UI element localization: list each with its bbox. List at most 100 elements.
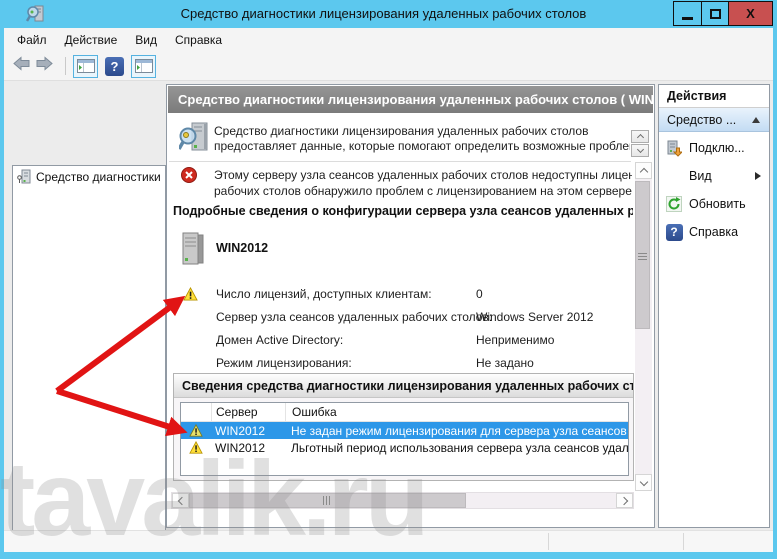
show-action-pane-button[interactable]	[131, 55, 156, 78]
server-column-header[interactable]: Сервер	[211, 403, 285, 421]
window-title: Средство диагностики лицензирования удал…	[120, 6, 647, 21]
groupbox-title: Сведения средства диагностики лицензиров…	[174, 374, 633, 398]
detail-label: Режим лицензирования:	[216, 356, 352, 370]
error-icon	[181, 167, 197, 188]
thumb-grip	[323, 496, 332, 505]
detail-row-ad-domain: Домен Active Directory: Неприменимо	[167, 333, 637, 349]
diagnoser-node-icon	[17, 169, 32, 185]
chevron-up-icon	[639, 167, 647, 175]
table-row[interactable]: WIN2012 Не задан режим лицензирования дл…	[181, 422, 628, 439]
back-button[interactable]	[12, 56, 31, 76]
maximize-icon	[710, 9, 721, 19]
refresh-icon	[665, 196, 683, 212]
detail-value: 0	[476, 287, 483, 301]
detail-value: Windows Server 2012	[476, 310, 593, 324]
scroll-down-button[interactable]	[635, 474, 652, 491]
app-icon	[26, 4, 46, 24]
detail-label: Сервер узла сеансов удаленных рабочих ст…	[216, 310, 492, 324]
actions-header: Действия	[659, 85, 769, 108]
menu-file[interactable]: Файл	[8, 30, 56, 50]
content-horizontal-scrollbar	[171, 492, 634, 509]
error-line2: рабочих столов обнаружило проблем с лице…	[214, 183, 632, 199]
spinner-up-button[interactable]	[631, 130, 649, 143]
detail-row-licensing-mode: Режим лицензирования: Не задано	[167, 356, 637, 372]
minimize-icon	[682, 17, 693, 20]
detail-value: Неприменимо	[476, 333, 554, 347]
chevron-down-icon	[639, 477, 647, 485]
maximize-button[interactable]	[701, 1, 729, 26]
action-help[interactable]: ? Справка	[659, 220, 769, 244]
errors-table: Сервер Ошибка WIN2012 Не задан режим лиц…	[180, 402, 629, 476]
results-header: Средство диагностики лицензирования удал…	[168, 86, 653, 113]
scroll-thumb[interactable]	[189, 493, 466, 508]
warning-icon	[181, 424, 211, 437]
action-view[interactable]: Вид	[659, 164, 769, 188]
menu-view[interactable]: Вид	[126, 30, 166, 50]
actions-group-header[interactable]: Средство ...	[659, 108, 769, 132]
scroll-track[interactable]	[635, 179, 652, 474]
scroll-left-button[interactable]	[172, 493, 189, 508]
workspace: Средство диагностики Средство диагностик…	[4, 81, 773, 530]
menu-bar: Файл Действие Вид Справка	[4, 28, 773, 52]
show-console-tree-button[interactable]	[73, 55, 98, 78]
window-frame-bottom	[0, 552, 777, 559]
thumb-grip	[638, 251, 647, 260]
app-window: Средство диагностики лицензирования удал…	[0, 0, 777, 559]
console-tree-panel: Средство диагностики	[12, 165, 166, 559]
status-bar	[4, 530, 773, 552]
detail-value: Не задано	[476, 356, 534, 370]
scroll-track[interactable]	[189, 493, 616, 508]
server-name: WIN2012	[216, 241, 268, 255]
warning-icon	[183, 287, 198, 304]
spinner-down-button[interactable]	[631, 144, 649, 157]
minimize-button[interactable]	[673, 1, 702, 26]
tree-root-item[interactable]: Средство диагностики	[13, 166, 165, 187]
toolbar-separator	[65, 57, 66, 75]
row-error-cell: Льготный период использования сервера уз…	[285, 441, 628, 455]
detail-label: Число лицензий, доступных клиентам:	[216, 287, 432, 301]
action-connect[interactable]: Подклю...	[659, 136, 769, 160]
results-pane: Средство диагностики лицензирования удал…	[166, 84, 655, 528]
scroll-right-button[interactable]	[616, 493, 633, 508]
title-bar: Средство диагностики лицензирования удал…	[0, 0, 777, 28]
action-pane-icon	[135, 59, 153, 73]
detail-row-host-server: Сервер узла сеансов удаленных рабочих ст…	[167, 310, 637, 326]
divider	[169, 161, 631, 162]
action-refresh-label: Обновить	[689, 197, 746, 211]
warning-icon	[181, 441, 211, 454]
chevron-right-icon	[619, 496, 627, 504]
table-row[interactable]: WIN2012 Льготный период использования се…	[181, 439, 628, 456]
menu-help[interactable]: Справка	[166, 30, 231, 50]
table-header-row: Сервер Ошибка	[181, 403, 628, 422]
diagnoser-icon	[179, 121, 211, 160]
tree-root-label: Средство диагностики	[36, 170, 161, 184]
action-help-label: Справка	[689, 225, 738, 239]
action-connect-label: Подклю...	[689, 141, 745, 155]
window-controls: X	[674, 1, 773, 26]
chevron-left-icon	[177, 496, 185, 504]
menu-action[interactable]: Действие	[56, 30, 127, 50]
help-icon: ?	[665, 224, 683, 241]
forward-button[interactable]	[35, 56, 54, 76]
collapse-icon[interactable]	[752, 117, 760, 123]
detail-row-licenses: Число лицензий, доступных клиентам: 0	[167, 287, 637, 303]
row-error-cell: Не задан режим лицензирования для сервер…	[285, 424, 628, 438]
submenu-arrow-icon	[755, 172, 761, 180]
content-vertical-scrollbar	[635, 162, 652, 491]
actions-group-label: Средство ...	[667, 113, 736, 127]
status-divider	[683, 533, 684, 550]
close-button[interactable]: X	[728, 1, 773, 26]
chevron-down-icon	[636, 146, 643, 153]
description-line1: Средство диагностики лицензирования удал…	[214, 124, 630, 139]
error-column-header[interactable]: Ошибка	[285, 403, 628, 421]
action-refresh[interactable]: Обновить	[659, 192, 769, 216]
error-line1: Этому серверу узла сеансов удаленных раб…	[214, 167, 632, 183]
scroll-thumb[interactable]	[635, 181, 650, 329]
diagnoser-info-groupbox: Сведения средства диагностики лицензиров…	[173, 373, 634, 481]
status-divider	[548, 533, 549, 550]
toolbar-help-button[interactable]: ?	[105, 57, 124, 76]
config-section-heading: Подробные сведения о конфигурации сервер…	[173, 204, 633, 218]
description-line2: предоставляет данные, которые помогают о…	[214, 139, 630, 154]
scroll-up-button[interactable]	[635, 162, 652, 179]
row-server-cell: WIN2012	[211, 441, 285, 455]
